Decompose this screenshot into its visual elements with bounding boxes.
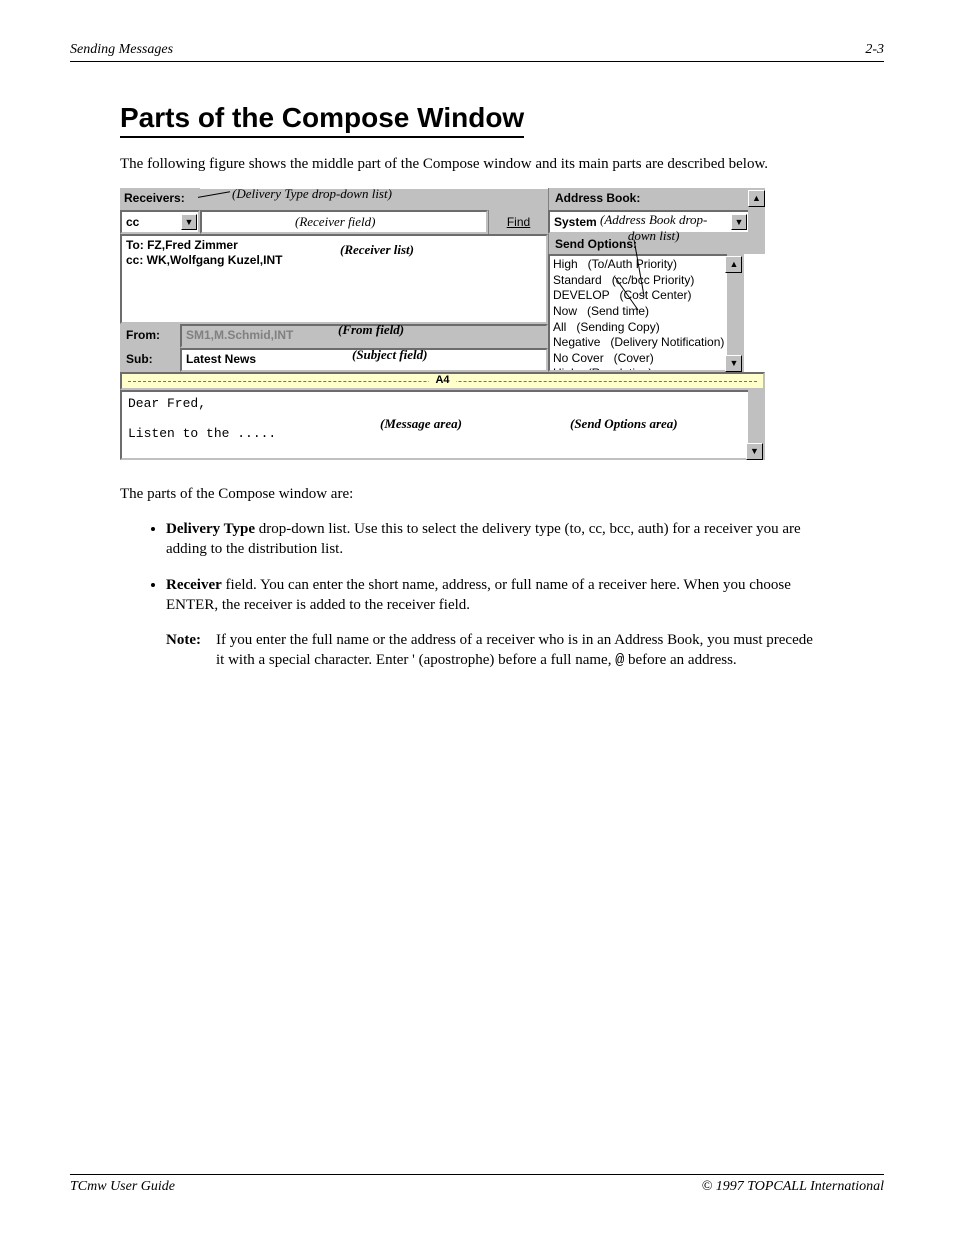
- send-options-label: Send Options:: [548, 234, 765, 254]
- subject-label: Sub:: [120, 348, 180, 372]
- receiver-input[interactable]: [200, 210, 488, 234]
- find-button[interactable]: Find: [488, 210, 548, 234]
- compose-window-figure: Receivers: Address Book: ▲ cc ▼ Find Sys…: [120, 188, 765, 460]
- receivers-label: Receivers:: [120, 188, 200, 210]
- list-item: Receiver field. You can enter the short …: [166, 575, 820, 671]
- header-right: 2-3: [865, 42, 884, 58]
- scroll-up-button[interactable]: ▲: [725, 256, 742, 273]
- address-book-label: Address Book:: [548, 188, 748, 210]
- address-book-value: System: [554, 215, 597, 229]
- scroll-track: [748, 210, 765, 234]
- receiver-list[interactable]: To: FZ,Fred Zimmer cc: WK,Wolfgang Kuzel…: [120, 234, 548, 324]
- delivery-type-value: cc: [126, 215, 139, 229]
- find-label: Find: [507, 215, 530, 229]
- header-left: Sending Messages: [70, 42, 173, 58]
- list-item: Delivery Type drop-down list. Use this t…: [166, 519, 820, 560]
- chevron-down-icon[interactable]: ▼: [181, 214, 197, 230]
- send-options-list[interactable]: High (To/Auth Priority) Standard (cc/bcc…: [548, 254, 727, 372]
- send-options-scrollbar[interactable]: ▲ ▼: [727, 254, 744, 372]
- message-scrollbar[interactable]: ▼: [748, 390, 765, 460]
- parts-list: Delivery Type drop-down list. Use this t…: [140, 519, 820, 672]
- address-book-dropdown[interactable]: System ▼: [548, 210, 748, 234]
- scroll-down-button[interactable]: ▼: [725, 355, 742, 372]
- section-title: Parts of the Compose Window: [120, 102, 524, 138]
- note-tt: @: [615, 652, 624, 669]
- page-ruler: A4: [120, 372, 765, 390]
- scroll-down-button[interactable]: ▼: [746, 443, 763, 460]
- footer-left: TCmw User Guide: [70, 1179, 175, 1195]
- from-label: From:: [120, 324, 180, 348]
- bullet-label: Delivery Type: [166, 521, 255, 537]
- ruler-label: A4: [429, 374, 455, 386]
- footer-right: © 1997 TOPCALL International: [702, 1179, 884, 1195]
- subject-input[interactable]: Latest News: [180, 348, 548, 372]
- note-text2: before an address.: [624, 652, 736, 668]
- scroll-up-button[interactable]: ▲: [748, 190, 765, 207]
- intro-paragraph: The following figure shows the middle pa…: [120, 154, 840, 174]
- message-textarea[interactable]: Dear Fred, Listen to the .....: [120, 390, 748, 460]
- bullet-text: drop-down list. Use this to select the d…: [166, 521, 801, 557]
- bullet-label: Receiver: [166, 577, 222, 593]
- delivery-type-dropdown[interactable]: cc ▼: [120, 210, 200, 234]
- toolbar-spacer: [200, 188, 548, 210]
- chevron-down-icon[interactable]: ▼: [731, 214, 747, 230]
- note-label: Note:: [166, 630, 216, 672]
- after-figure-text: The parts of the Compose window are:: [120, 484, 840, 504]
- from-field: SM1,M.Schmid,INT: [180, 324, 548, 348]
- bullet-text: field. You can enter the short name, add…: [166, 577, 791, 613]
